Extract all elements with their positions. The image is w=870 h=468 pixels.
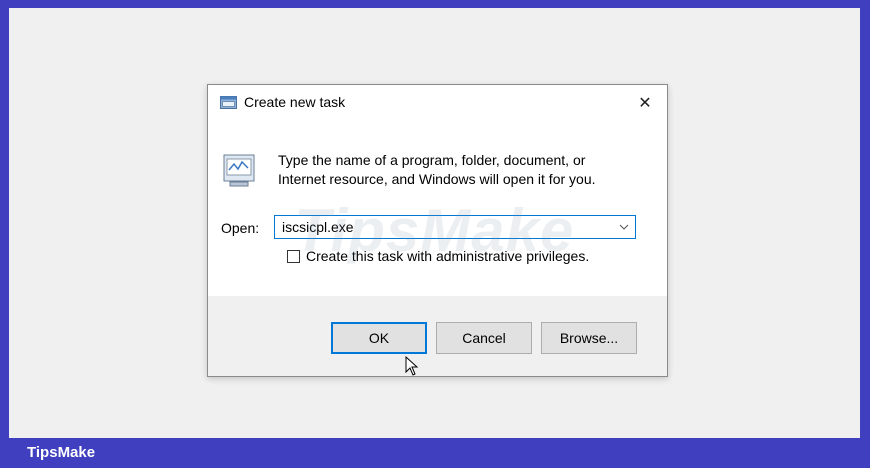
footer-brand-bar: TipsMake <box>0 438 870 468</box>
cancel-button[interactable]: Cancel <box>436 322 532 354</box>
description-line-2: Internet resource, and Windows will open… <box>278 171 596 187</box>
dialog-title: Create new task <box>244 94 346 110</box>
title-bar: Create new task ✕ <box>208 85 667 120</box>
ok-button[interactable]: OK <box>331 322 427 354</box>
chevron-down-icon <box>619 224 629 230</box>
run-window-icon <box>220 96 237 109</box>
run-program-icon <box>223 154 255 187</box>
open-combobox[interactable] <box>274 215 636 239</box>
open-input[interactable] <box>275 216 605 238</box>
open-dropdown-button[interactable] <box>613 216 635 238</box>
description-line-1: Type the name of a program, folder, docu… <box>278 152 586 168</box>
button-bar: OK Cancel Browse... <box>208 296 667 376</box>
mouse-pointer-icon <box>405 356 419 376</box>
dialog-description: Type the name of a program, folder, docu… <box>278 151 648 189</box>
admin-privileges-checkbox[interactable] <box>287 249 300 263</box>
close-button[interactable]: ✕ <box>623 85 667 120</box>
open-label: Open: <box>221 220 260 236</box>
footer-brand: TipsMake <box>27 444 96 461</box>
admin-privileges-option[interactable]: Create this task with administrative pri… <box>287 248 589 264</box>
admin-privileges-label: Create this task with administrative pri… <box>306 248 590 264</box>
create-new-task-dialog: Create new task ✕ Type the name of a pro… <box>207 84 668 377</box>
browse-button[interactable]: Browse... <box>541 322 637 354</box>
close-icon: ✕ <box>638 94 652 112</box>
